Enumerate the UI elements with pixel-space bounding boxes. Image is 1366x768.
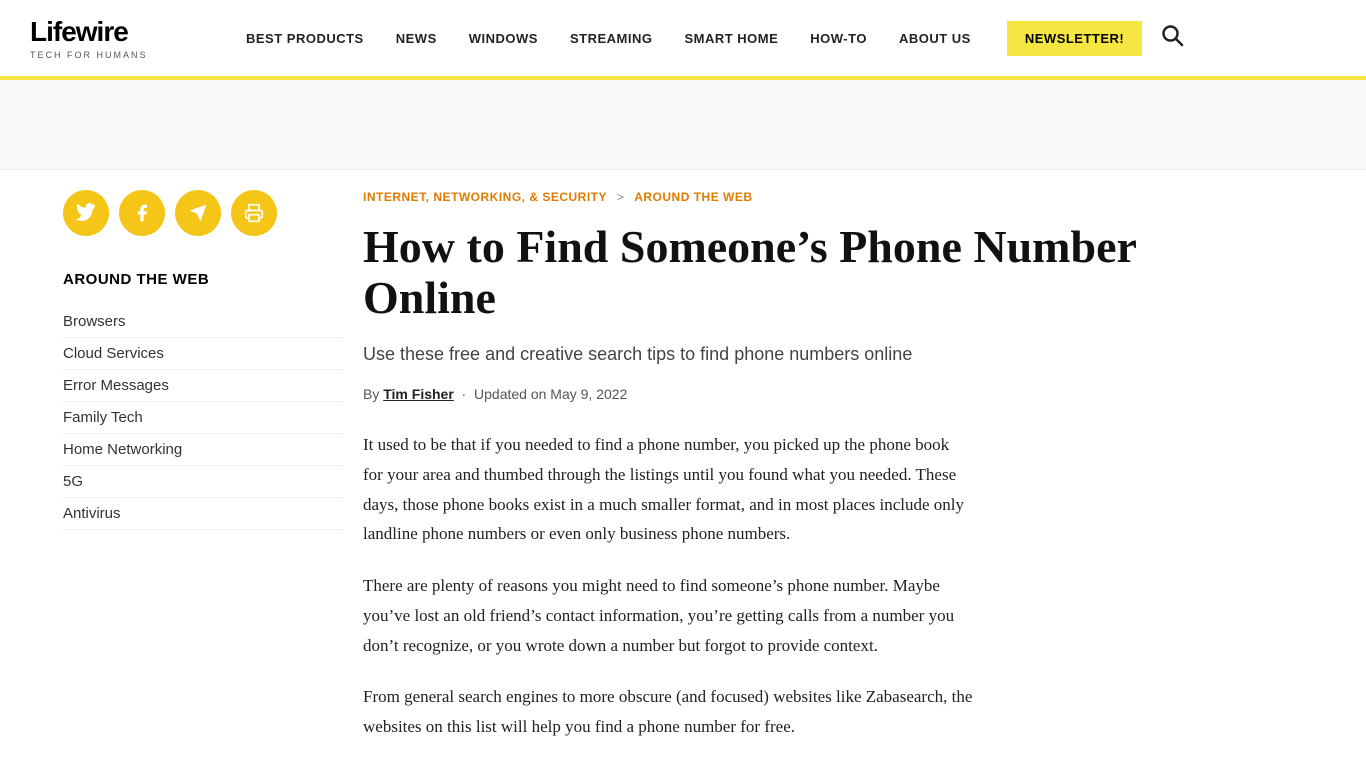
telegram-icon [188,203,208,223]
article-paragraph-2: There are plenty of reasons you might ne… [363,571,973,660]
author-label: By [363,386,379,402]
main-nav: BEST PRODUCTS NEWS WINDOWS STREAMING SMA… [230,21,1336,56]
article-body: It used to be that if you needed to find… [363,430,973,742]
article-date: Updated on May 9, 2022 [474,386,627,402]
search-icon-button[interactable] [1160,23,1184,53]
sidebar-link-family-tech[interactable]: Family Tech [63,402,343,434]
twitter-icon [76,203,96,223]
search-icon [1160,23,1184,47]
share-twitter-button[interactable] [63,190,109,236]
nav-best-products[interactable]: BEST PRODUCTS [230,31,380,46]
article-paragraph-1: It used to be that if you needed to find… [363,430,973,549]
facebook-icon [132,203,152,223]
author-link[interactable]: Tim Fisher [383,386,454,402]
nav-streaming[interactable]: STREAMING [554,31,669,46]
sidebar-link-error-messages[interactable]: Error Messages [63,370,343,402]
ad-banner [0,80,1366,170]
site-header: Lifewire TECH FOR HUMANS BEST PRODUCTS N… [0,0,1366,80]
logo-area: Lifewire TECH FOR HUMANS [30,16,190,60]
article-title: How to Find Someone’s Phone Number Onlin… [363,222,1233,323]
article-paragraph-3: From general search engines to more obsc… [363,682,973,742]
article-subtitle: Use these free and creative search tips … [363,341,1223,368]
sidebar-link-home-networking[interactable]: Home Networking [63,434,343,466]
sidebar-link-antivirus[interactable]: Antivirus [63,498,343,530]
share-telegram-button[interactable] [175,190,221,236]
breadcrumb: INTERNET, NETWORKING, & SECURITY > AROUN… [363,190,1233,204]
sidebar-link-browsers[interactable]: Browsers [63,306,343,338]
sidebar-link-cloud-services[interactable]: Cloud Services [63,338,343,370]
breadcrumb-separator: > [617,190,625,204]
breadcrumb-parent[interactable]: INTERNET, NETWORKING, & SECURITY [363,190,607,204]
nav-about-us[interactable]: ABOUT US [883,31,987,46]
share-print-button[interactable] [231,190,277,236]
nav-news[interactable]: NEWS [380,31,453,46]
site-logo[interactable]: Lifewire [30,16,190,48]
article-content: INTERNET, NETWORKING, & SECURITY > AROUN… [363,190,1233,764]
content-wrapper: AROUND THE WEB Browsers Cloud Services E… [33,170,1333,764]
left-sidebar: AROUND THE WEB Browsers Cloud Services E… [63,190,363,764]
share-facebook-button[interactable] [119,190,165,236]
newsletter-button[interactable]: NEWSLETTER! [1007,21,1142,56]
nav-how-to[interactable]: HOW-TO [794,31,883,46]
print-icon [244,203,264,223]
nav-windows[interactable]: WINDOWS [453,31,554,46]
share-buttons [63,190,343,236]
article-layout: AROUND THE WEB Browsers Cloud Services E… [63,170,1233,764]
nav-smart-home[interactable]: SMART HOME [668,31,794,46]
sidebar-section-title: AROUND THE WEB [63,271,343,288]
breadcrumb-current[interactable]: AROUND THE WEB [634,190,752,204]
article-meta: By Tim Fisher · Updated on May 9, 2022 [363,386,1233,402]
logo-tagline: TECH FOR HUMANS [30,50,190,60]
sidebar-link-5g[interactable]: 5G [63,466,343,498]
